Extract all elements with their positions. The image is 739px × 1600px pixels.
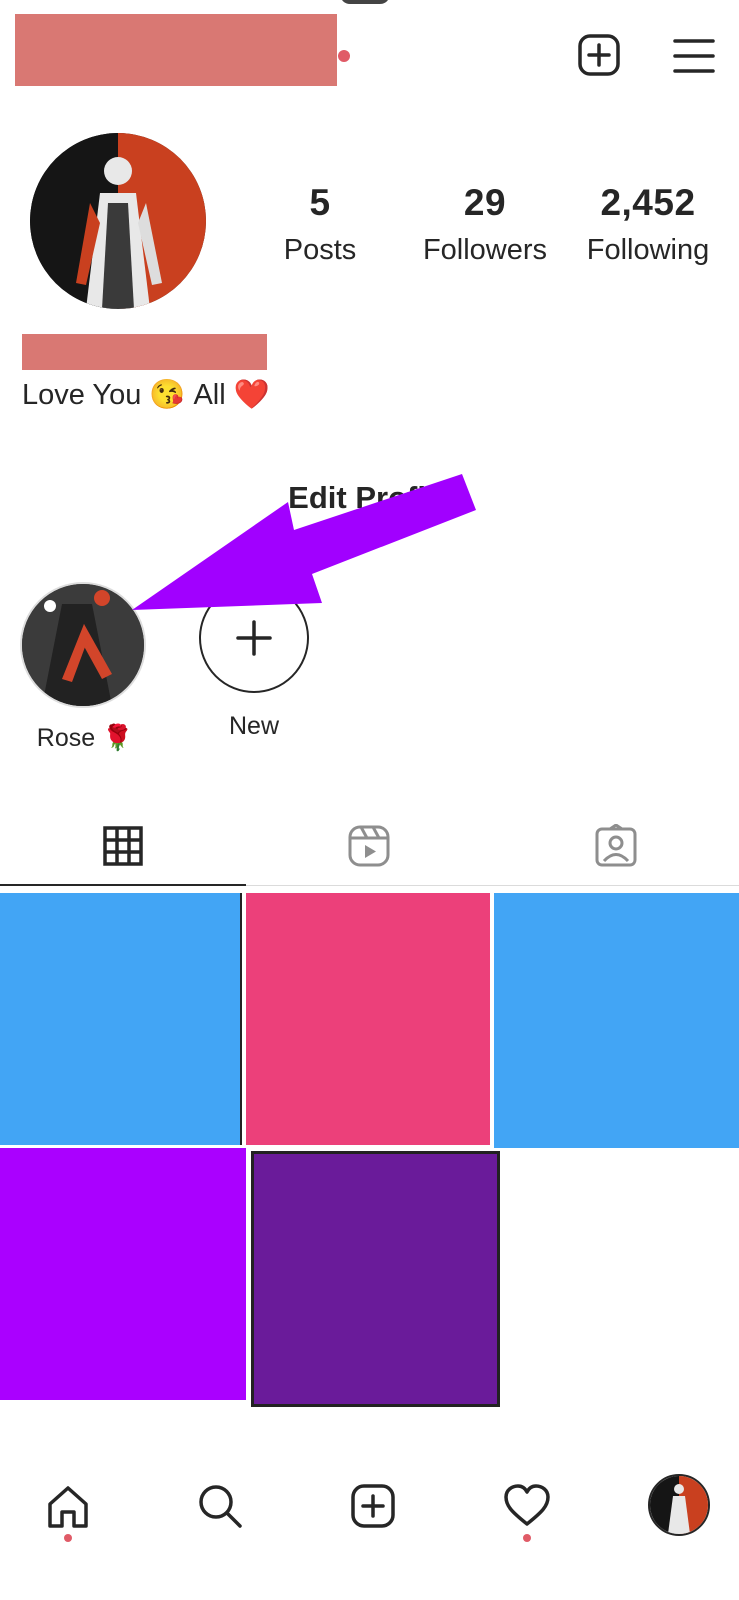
annotation-arrow-icon [132,474,476,610]
search-icon [199,1485,242,1528]
activity-notification-dot [523,1534,531,1542]
annotation-arrow-shape [132,474,476,610]
grid-icon [103,826,143,866]
tagged-icon [595,824,636,867]
active-tab-indicator [0,884,246,886]
post-tile[interactable] [0,1148,246,1400]
bottom-nav-create[interactable] [349,1482,397,1530]
home-icon [48,1486,88,1528]
profile-avatar-icon [650,1476,708,1534]
post-tile[interactable] [251,1151,500,1407]
post-tile[interactable] [494,893,739,1148]
post-tile[interactable] [0,893,242,1145]
heart-icon [504,1484,550,1526]
reels-icon [348,825,390,867]
bottom-nav-profile[interactable] [648,1474,710,1536]
tab-grid[interactable] [0,810,246,882]
tab-tagged[interactable] [492,810,739,882]
post-tile[interactable] [246,893,490,1145]
tab-reels[interactable] [246,810,492,882]
bottom-nav-activity[interactable] [502,1482,552,1530]
plus-square-icon [351,1484,395,1528]
bottom-nav-home[interactable] [44,1482,92,1530]
home-notification-dot [64,1534,72,1542]
bottom-nav-search[interactable] [196,1482,244,1530]
